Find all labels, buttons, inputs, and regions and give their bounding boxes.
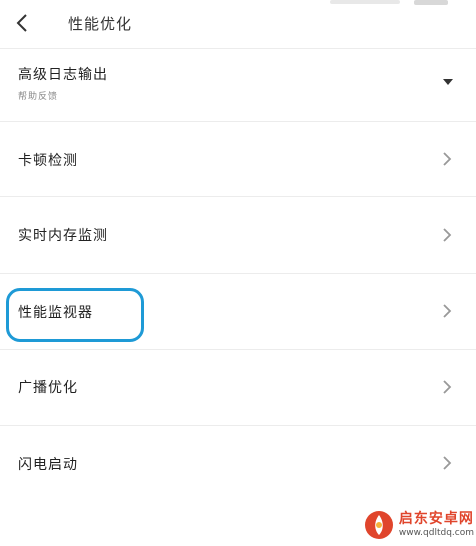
setting-label: 高级日志输出 bbox=[18, 67, 108, 83]
watermark-logo-icon bbox=[364, 511, 393, 539]
setting-label: 卡顿检测 bbox=[18, 153, 78, 169]
chevron-right-icon bbox=[443, 380, 452, 394]
setting-broadcast-optimization[interactable]: 广播优化 bbox=[0, 350, 476, 426]
chevron-right-icon bbox=[443, 304, 452, 318]
watermark-url: www.qdltdq.com bbox=[398, 528, 474, 538]
watermark-brand: 启东安卓网 bbox=[398, 511, 474, 527]
setting-label: 实时内存监测 bbox=[18, 228, 108, 244]
top-bar: 性能优化 bbox=[0, 0, 476, 49]
setting-label: 广播优化 bbox=[18, 380, 78, 396]
setting-advanced-log-output[interactable]: 高级日志输出 帮助反馈 bbox=[0, 49, 476, 122]
chevron-right-icon bbox=[443, 456, 452, 470]
page-title: 性能优化 bbox=[68, 15, 133, 33]
watermark: 启东安卓网 www.qdltdq.com bbox=[363, 508, 474, 542]
dropdown-caret-icon[interactable] bbox=[442, 78, 454, 86]
cut-off-content bbox=[330, 0, 448, 5]
setting-stutter-detection[interactable]: 卡顿检测 bbox=[0, 122, 476, 197]
back-arrow-icon[interactable] bbox=[10, 10, 36, 36]
setting-realtime-memory[interactable]: 实时内存监测 bbox=[0, 197, 476, 274]
chevron-right-icon bbox=[443, 228, 452, 242]
setting-label: 闪电启动 bbox=[18, 457, 78, 473]
setting-subtitle: 帮助反馈 bbox=[18, 92, 59, 102]
setting-performance-monitor[interactable]: 性能监视器 bbox=[0, 274, 476, 350]
chevron-right-icon bbox=[443, 152, 452, 166]
setting-label: 性能监视器 bbox=[18, 305, 93, 321]
setting-lightning-launch[interactable]: 闪电启动 bbox=[0, 426, 476, 502]
